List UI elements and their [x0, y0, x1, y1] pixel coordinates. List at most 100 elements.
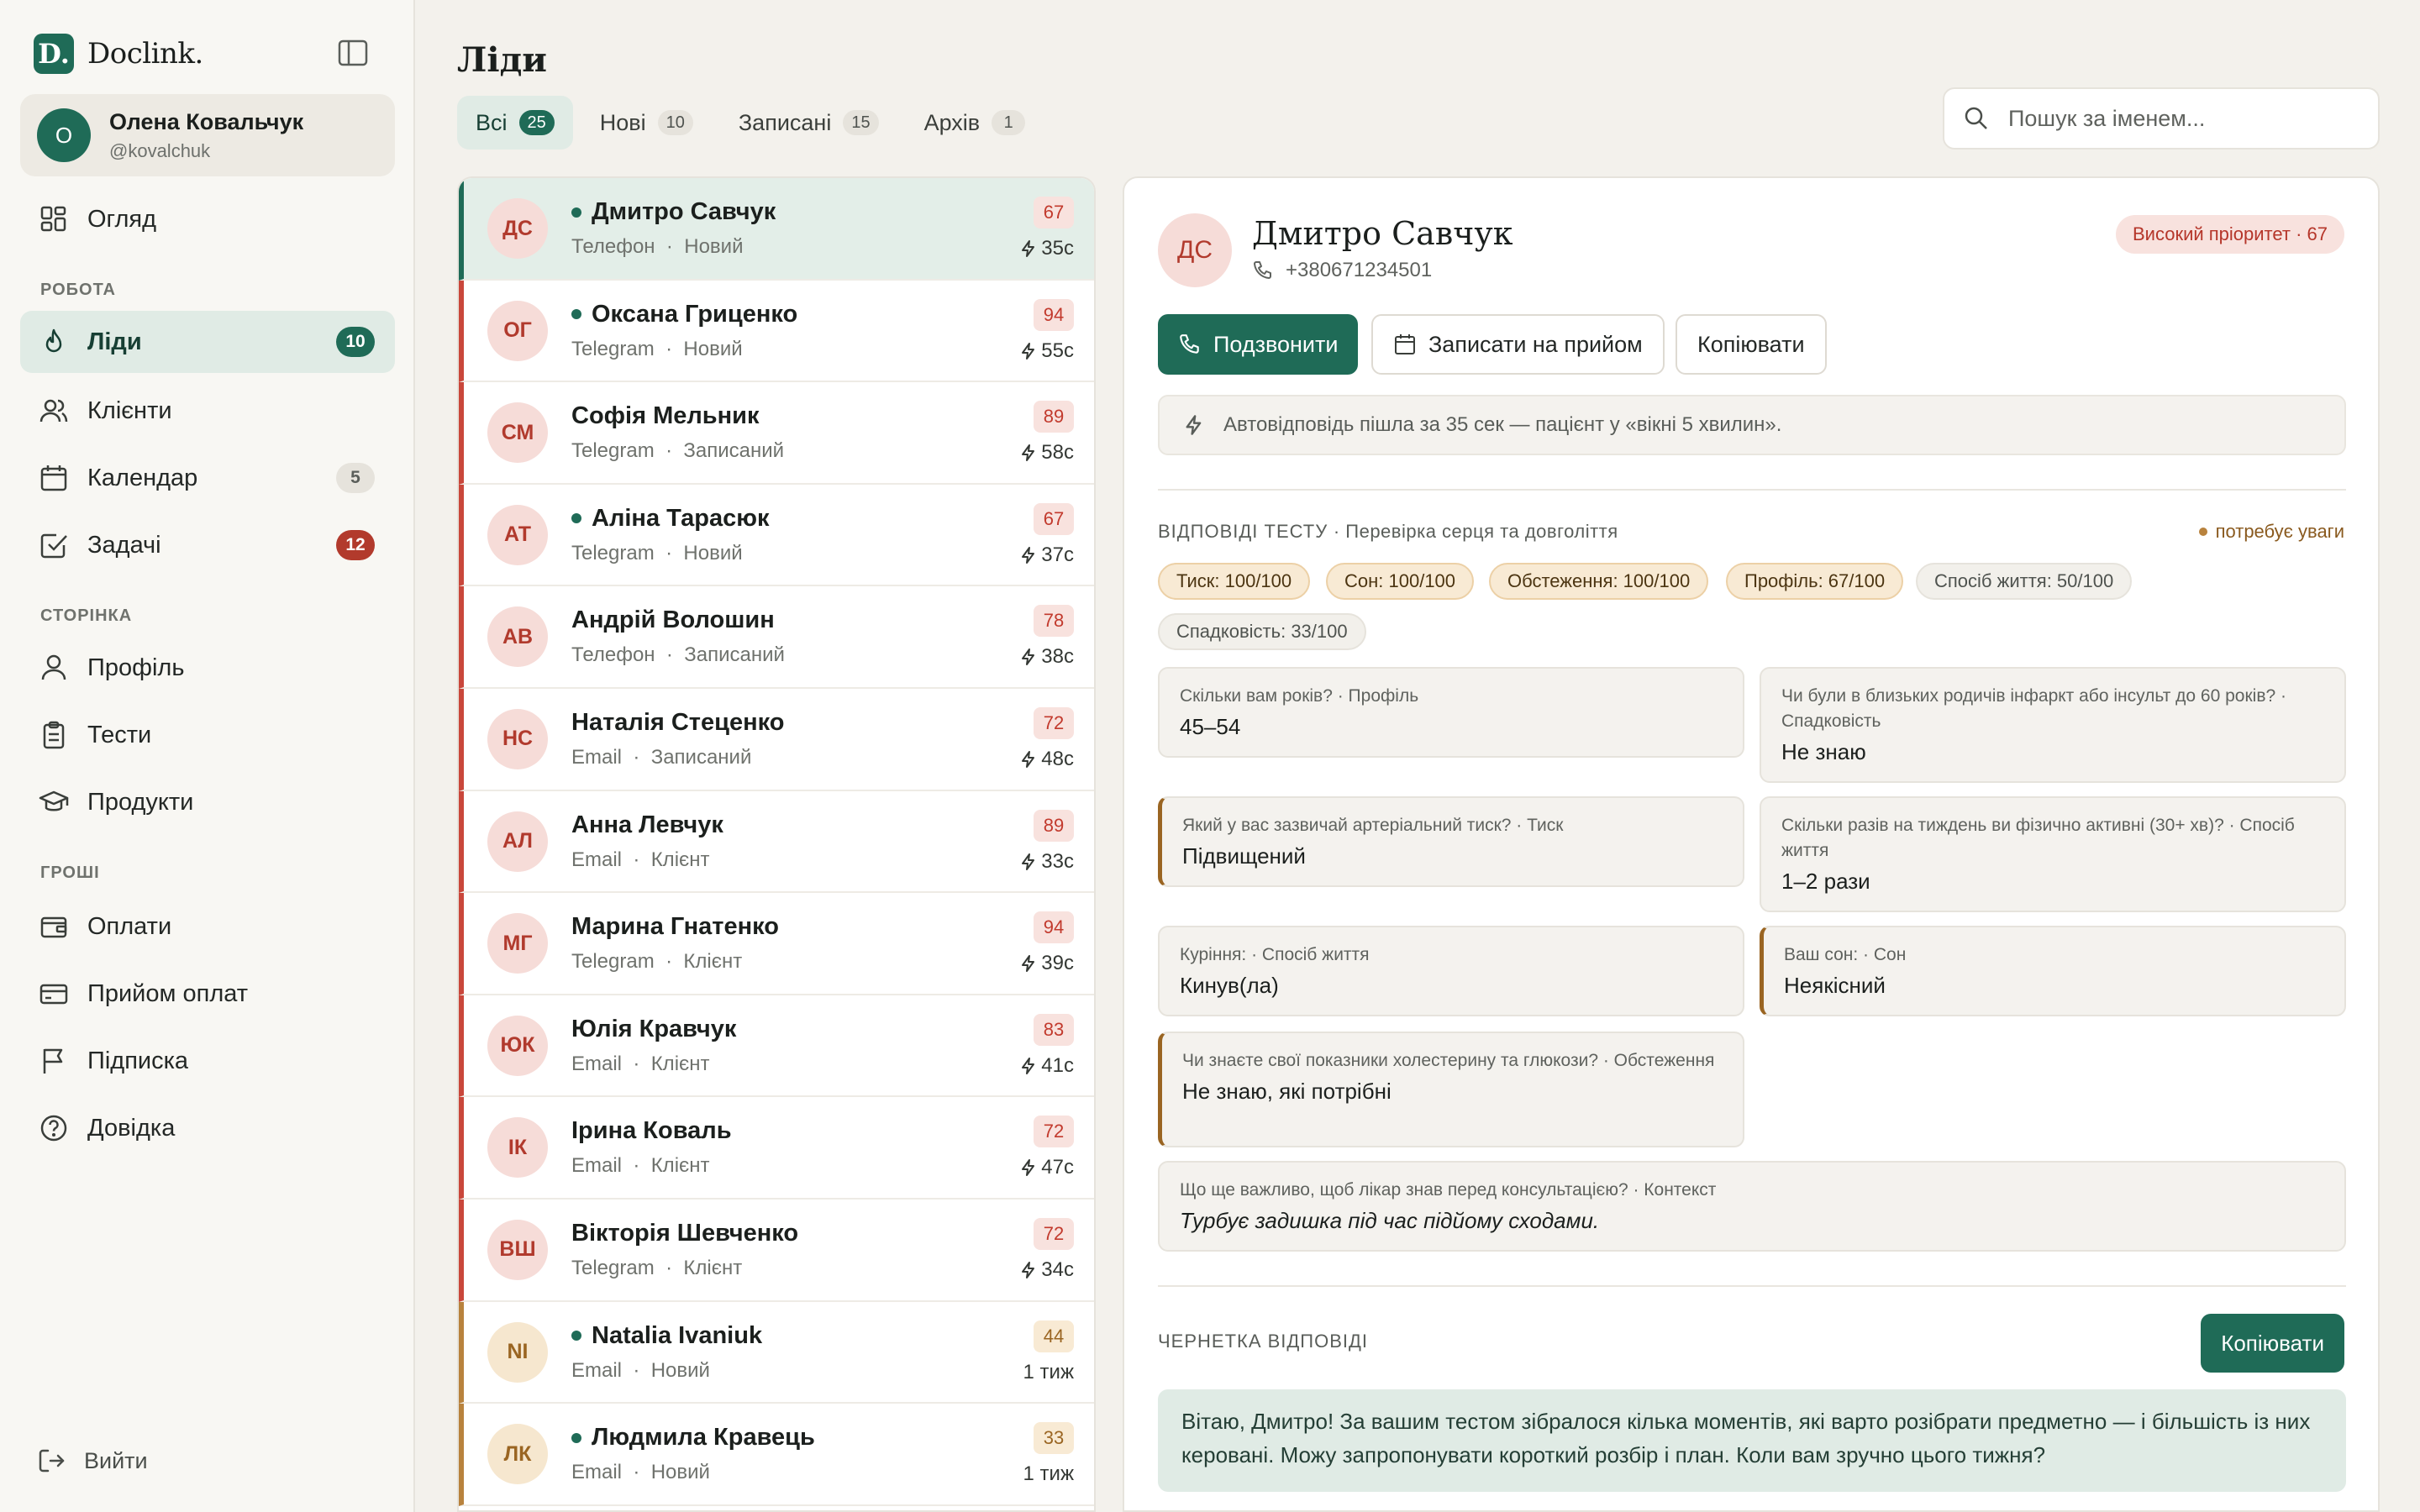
- lead-phone[interactable]: +380671234501: [1252, 259, 1432, 282]
- clipboard-icon: [43, 721, 65, 749]
- tab-new[interactable]: Нові 10: [581, 96, 712, 150]
- lightning-icon: [1022, 955, 1035, 973]
- new-lead-dot: [571, 1432, 581, 1443]
- lead-name-text: Natalia Ivaniuk: [592, 1321, 763, 1349]
- app-logo[interactable]: D. Doclink.: [34, 34, 203, 74]
- copy-button[interactable]: Копіювати: [1676, 314, 1827, 375]
- sidebar-item-payment-accept[interactable]: Прийом оплат: [20, 963, 395, 1025]
- divider: [1158, 1285, 2346, 1287]
- lead-status: Новий: [683, 541, 743, 564]
- search-input[interactable]: [2008, 105, 2361, 132]
- new-lead-dot: [571, 513, 581, 524]
- lead-channel: Email: [571, 1358, 623, 1382]
- answer-card: Чи були в близьких родичів інфаркт або і…: [1760, 667, 2346, 783]
- sidebar-item-tasks[interactable]: Задачі 12: [20, 514, 395, 576]
- lightning-icon: [1022, 342, 1035, 360]
- autoreply-note-text: Автовідповідь пішла за 35 сек — пацієнт …: [1223, 413, 1782, 436]
- sidebar-item-calendar[interactable]: Календар 5: [20, 447, 395, 509]
- users-icon: [39, 399, 68, 423]
- grid-icon: [40, 206, 66, 232]
- lead-status: Записаний: [684, 643, 785, 667]
- sidebar-item-subscription[interactable]: Підписка: [20, 1030, 395, 1092]
- lead-row[interactable]: ЛК Людмила Кравець Email · Новий 33 1 ти…: [459, 1404, 1094, 1506]
- tab-archive[interactable]: Архів 1: [906, 96, 1044, 150]
- sidebar-item-leads[interactable]: Ліди 10: [20, 311, 395, 373]
- copy-draft-button[interactable]: Копіювати: [2201, 1314, 2344, 1373]
- lead-name-text: Ірина Коваль: [571, 1117, 732, 1145]
- response-time: 39с: [1019, 952, 1074, 975]
- lead-row[interactable]: МГ Марина Гнатенко Telegram · Клієнт 94 …: [459, 893, 1094, 995]
- score-chip: Спадковість: 33/100: [1158, 613, 1366, 650]
- question-text: Який у вас зазвичай артеріальний тиск? ·…: [1182, 816, 1564, 835]
- response-time-value: 35с: [1041, 237, 1074, 260]
- lead-name-text: Аліна Тарасюк: [592, 504, 770, 532]
- lightning-icon: [1022, 1261, 1035, 1278]
- book-appointment-button[interactable]: Записати на прийом: [1371, 314, 1665, 375]
- lead-score-badge: 72: [1034, 706, 1074, 739]
- lead-channel: Telegram: [571, 541, 655, 564]
- answer-text: Кинув(ла): [1180, 973, 1279, 998]
- tab-count: 15: [843, 110, 879, 135]
- flame-icon: [45, 328, 62, 353]
- sidebar-item-label: Прийом оплат: [87, 979, 249, 1007]
- lead-avatar: АВ: [487, 606, 548, 668]
- answer-text: 45–54: [1180, 714, 1241, 739]
- draft-reply-text[interactable]: Вітаю, Дмитро! За вашим тестом зібралося…: [1158, 1389, 2346, 1492]
- response-time: 34с: [1019, 1258, 1074, 1282]
- sidebar-item-overview[interactable]: Огляд: [20, 188, 395, 250]
- wallet-icon: [40, 916, 67, 938]
- test-answers-heading: ВІДПОВІДІ ТЕСТУ · Перевірка серця та дов…: [1158, 521, 1618, 543]
- lead-name: Ірина Коваль: [571, 1117, 732, 1145]
- app-name: Doclink.: [87, 37, 203, 71]
- lead-meta: Telegram · Новий: [571, 338, 743, 361]
- lead-status: Записаний: [650, 745, 752, 769]
- sidebar-item-label: Продукти: [87, 788, 194, 816]
- lead-avatar: NI: [487, 1321, 548, 1383]
- sidebar-item-label: Профіль: [87, 654, 185, 681]
- logout-button[interactable]: Вийти: [37, 1446, 148, 1475]
- test-answers-label: ВІДПОВІДІ ТЕСТУ: [1158, 521, 1328, 542]
- call-button[interactable]: Подзвонити: [1158, 314, 1359, 375]
- lead-row[interactable]: СМ Софія Мельник Telegram · Записаний 89…: [459, 382, 1094, 485]
- separator: ·: [633, 1358, 640, 1382]
- sidebar-item-tests[interactable]: Тести: [20, 704, 395, 766]
- lead-row[interactable]: ІК Ірина Коваль Email · Клієнт 72 47с: [459, 1097, 1094, 1200]
- lead-row[interactable]: АЛ Анна Левчук Email · Клієнт 89 33с: [459, 790, 1094, 894]
- sidebar-item-payments[interactable]: Оплати: [20, 895, 395, 958]
- lead-row[interactable]: ВШ Вікторія Шевченко Telegram · Клієнт 7…: [459, 1199, 1094, 1302]
- user-card[interactable]: О Олена Ковальчук @kovalchuk: [20, 94, 395, 176]
- tab-all[interactable]: Всі 25: [457, 96, 573, 150]
- lead-phone-number: +380671234501: [1286, 259, 1433, 281]
- response-time: 41с: [1019, 1054, 1074, 1078]
- avatar: ДС: [1158, 213, 1232, 287]
- lead-row[interactable]: ДС Дмитро Савчук Телефон · Новий 67 35с: [459, 178, 1094, 281]
- response-time: 55с: [1019, 339, 1074, 363]
- lead-row[interactable]: NI Natalia Ivaniuk Email · Новий 44 1 ти…: [459, 1301, 1094, 1404]
- lead-row[interactable]: НС Наталія Стеценко Email · Записаний 72…: [459, 688, 1094, 791]
- answer-text: 1–2 рази: [1781, 869, 1870, 894]
- lead-row[interactable]: ЮК Юлія Кравчук Email · Клієнт 83 41с: [459, 995, 1094, 1098]
- lead-status: Записаний: [683, 439, 785, 463]
- lead-score-badge: 67: [1034, 502, 1074, 535]
- lead-row[interactable]: ОГ Оксана Гриценко Telegram · Новий 94 5…: [459, 280, 1094, 383]
- tab-booked[interactable]: Записані 15: [720, 96, 897, 150]
- sidebar-item-profile[interactable]: Профіль: [20, 637, 395, 699]
- score-chip: Тиск: 100/100: [1158, 563, 1311, 600]
- answer-card: Що ще важливо, щоб лікар знав перед конс…: [1158, 1161, 2346, 1252]
- sidebar-item-clients[interactable]: Клієнти: [20, 380, 395, 442]
- graduation-cap-icon: [39, 790, 69, 811]
- sidebar-item-products[interactable]: Продукти: [20, 771, 395, 833]
- answer-card: Скільки разів на тиждень ви фізично акти…: [1760, 796, 2346, 912]
- lead-row[interactable]: АТ Аліна Тарасюк Telegram · Новий 67 37с: [459, 484, 1094, 587]
- response-time: 58с: [1019, 441, 1074, 465]
- sidebar-collapse-icon[interactable]: [336, 39, 370, 69]
- score-chip: Профіль: 67/100: [1726, 563, 1904, 600]
- question-text: Ваш сон: · Сон: [1784, 945, 1907, 964]
- calendar-icon: [1395, 334, 1415, 354]
- lead-meta: Email · Клієнт: [571, 1154, 710, 1178]
- lead-row[interactable]: АВ Андрій Волошин Телефон · Записаний 78…: [459, 586, 1094, 689]
- sidebar-item-help[interactable]: Довідка: [20, 1097, 395, 1159]
- separator: ·: [666, 1256, 673, 1279]
- priority-badge: Високий пріоритет · 67: [2116, 215, 2344, 254]
- lightning-icon: [1022, 1057, 1035, 1074]
